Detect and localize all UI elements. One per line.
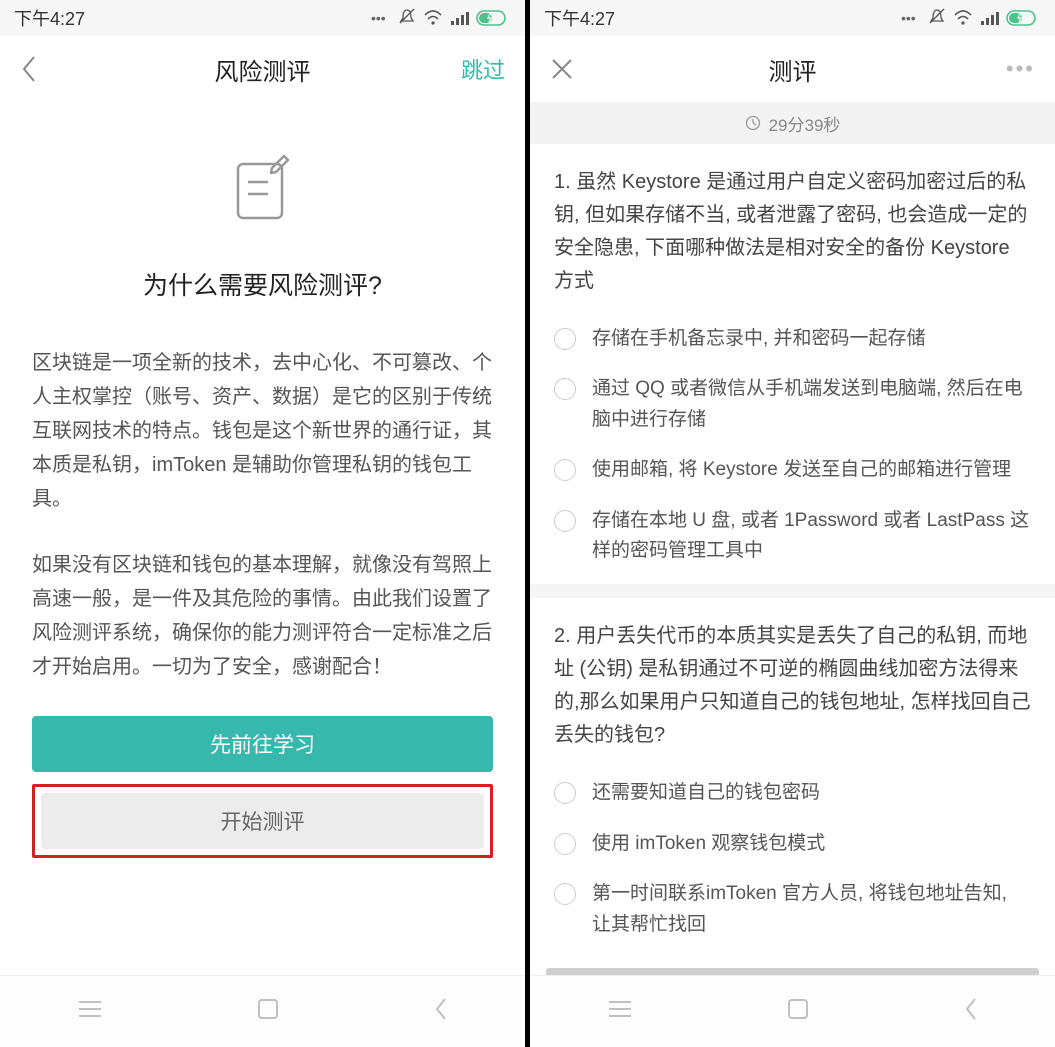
start-assessment-button[interactable]: 开始测评 bbox=[41, 793, 484, 849]
svg-text:•••: ••• bbox=[901, 10, 916, 26]
home-button[interactable] bbox=[786, 997, 810, 1026]
question-text: 2. 用户丢失代币的本质其实是丢失了自己的私钥, 而地址 (公钥) 是私钥通过不… bbox=[554, 620, 1031, 752]
left-phone: 下午4:27 ••• bbox=[0, 0, 525, 1047]
question-text: 1. 虽然 Keystore 是通过用户自定义密码加密过后的私钥, 但如果存储不… bbox=[554, 166, 1031, 298]
option-row[interactable]: 使用邮箱, 将 Keystore 发送至自己的邮箱进行管理 bbox=[554, 445, 1031, 495]
option-text: 通过 QQ 或者微信从手机端发送到电脑端, 然后在电脑中进行存储 bbox=[592, 374, 1031, 435]
option-row[interactable]: 第一时间联系imToken 官方人员, 将钱包地址告知, 让其帮忙找回 bbox=[554, 869, 1031, 950]
status-icons: ••• bbox=[901, 8, 1041, 28]
timer-text: 29分39秒 bbox=[769, 111, 841, 136]
status-icons: ••• bbox=[371, 8, 511, 28]
radio-icon bbox=[554, 833, 576, 855]
assessment-icon bbox=[32, 152, 493, 230]
content-area: 为什么需要风险测评? 区块链是一项全新的技术，去中心化、不可篡改、个人主权掌控（… bbox=[0, 102, 525, 975]
signal-icon bbox=[451, 12, 469, 25]
nav-bar: 测评 ••• bbox=[530, 36, 1055, 102]
status-time: 下午4:27 bbox=[544, 5, 615, 31]
timer-bar: 29分39秒 bbox=[530, 102, 1055, 144]
option-row[interactable]: 存储在手机备忘录中, 并和密码一起存储 bbox=[554, 314, 1031, 364]
questions-scroll[interactable]: 1. 虽然 Keystore 是通过用户自定义密码加密过后的私钥, 但如果存储不… bbox=[530, 144, 1055, 975]
clock-icon bbox=[745, 115, 761, 131]
right-phone: 下午4:27 ••• 测评 ••• 29分39秒 1. 虽然 Keystore … bbox=[530, 0, 1055, 1047]
radio-icon bbox=[554, 328, 576, 350]
radio-icon bbox=[554, 510, 576, 532]
submit-footer: 已完成（0/10） bbox=[530, 958, 1055, 975]
battery-icon bbox=[477, 11, 505, 25]
page-title: 测评 bbox=[769, 52, 817, 87]
option-text: 使用 imToken 观察钱包模式 bbox=[592, 829, 825, 859]
wifi-icon bbox=[425, 11, 441, 25]
question-block-2: 2. 用户丢失代币的本质其实是丢失了自己的私钥, 而地址 (公钥) 是私钥通过不… bbox=[530, 598, 1055, 958]
option-text: 存储在本地 U 盘, 或者 1Password 或者 LastPass 这样的密… bbox=[592, 506, 1031, 567]
option-row[interactable]: 还需要知道自己的钱包密码 bbox=[554, 768, 1031, 818]
more-button[interactable]: ••• bbox=[975, 56, 1035, 82]
system-back-button[interactable] bbox=[433, 996, 449, 1027]
system-back-button[interactable] bbox=[963, 996, 979, 1027]
content-heading: 为什么需要风险测评? bbox=[32, 266, 493, 302]
recent-apps-button[interactable] bbox=[77, 999, 103, 1024]
recent-apps-button[interactable] bbox=[607, 999, 633, 1024]
option-row[interactable]: 使用 imToken 观察钱包模式 bbox=[554, 819, 1031, 869]
system-nav-bar bbox=[0, 975, 525, 1047]
question-gap bbox=[530, 584, 1055, 598]
option-text: 存储在手机备忘录中, 并和密码一起存储 bbox=[592, 324, 926, 354]
option-text: 第一时间联系imToken 官方人员, 将钱包地址告知, 让其帮忙找回 bbox=[592, 879, 1031, 940]
page-title: 风险测评 bbox=[215, 52, 311, 87]
radio-icon bbox=[554, 459, 576, 481]
system-nav-bar bbox=[530, 975, 1055, 1047]
option-row[interactable]: 通过 QQ 或者微信从手机端发送到电脑端, 然后在电脑中进行存储 bbox=[554, 364, 1031, 445]
skip-button[interactable]: 跳过 bbox=[445, 53, 505, 85]
option-row[interactable]: 存储在本地 U 盘, 或者 1Password 或者 LastPass 这样的密… bbox=[554, 496, 1031, 577]
home-button[interactable] bbox=[256, 997, 280, 1026]
mute-icon bbox=[400, 9, 414, 23]
svg-text:•••: ••• bbox=[371, 10, 386, 26]
option-text: 还需要知道自己的钱包密码 bbox=[592, 778, 820, 808]
close-button[interactable] bbox=[550, 57, 610, 81]
button-row: 先前往学习 开始测评 bbox=[32, 716, 493, 858]
status-time: 下午4:27 bbox=[14, 5, 85, 31]
status-bar: 下午4:27 ••• bbox=[0, 0, 525, 36]
back-button[interactable] bbox=[20, 54, 80, 84]
radio-icon bbox=[554, 378, 576, 400]
submit-button[interactable]: 已完成（0/10） bbox=[546, 968, 1039, 975]
status-bar: 下午4:27 ••• bbox=[530, 0, 1055, 36]
start-button-highlight: 开始测评 bbox=[32, 784, 493, 858]
nav-bar: 风险测评 跳过 bbox=[0, 36, 525, 102]
content-para-2: 如果没有区块链和钱包的基本理解，就像没有驾照上高速一般，是一件及其危险的事情。由… bbox=[32, 548, 493, 684]
option-text: 使用邮箱, 将 Keystore 发送至自己的邮箱进行管理 bbox=[592, 455, 1011, 485]
radio-icon bbox=[554, 782, 576, 804]
study-button[interactable]: 先前往学习 bbox=[32, 716, 493, 772]
radio-icon bbox=[554, 883, 576, 905]
question-block-1: 1. 虽然 Keystore 是通过用户自定义密码加密过后的私钥, 但如果存储不… bbox=[530, 144, 1055, 584]
content-para-1: 区块链是一项全新的技术，去中心化、不可篡改、个人主权掌控（账号、资产、数据）是它… bbox=[32, 346, 493, 516]
